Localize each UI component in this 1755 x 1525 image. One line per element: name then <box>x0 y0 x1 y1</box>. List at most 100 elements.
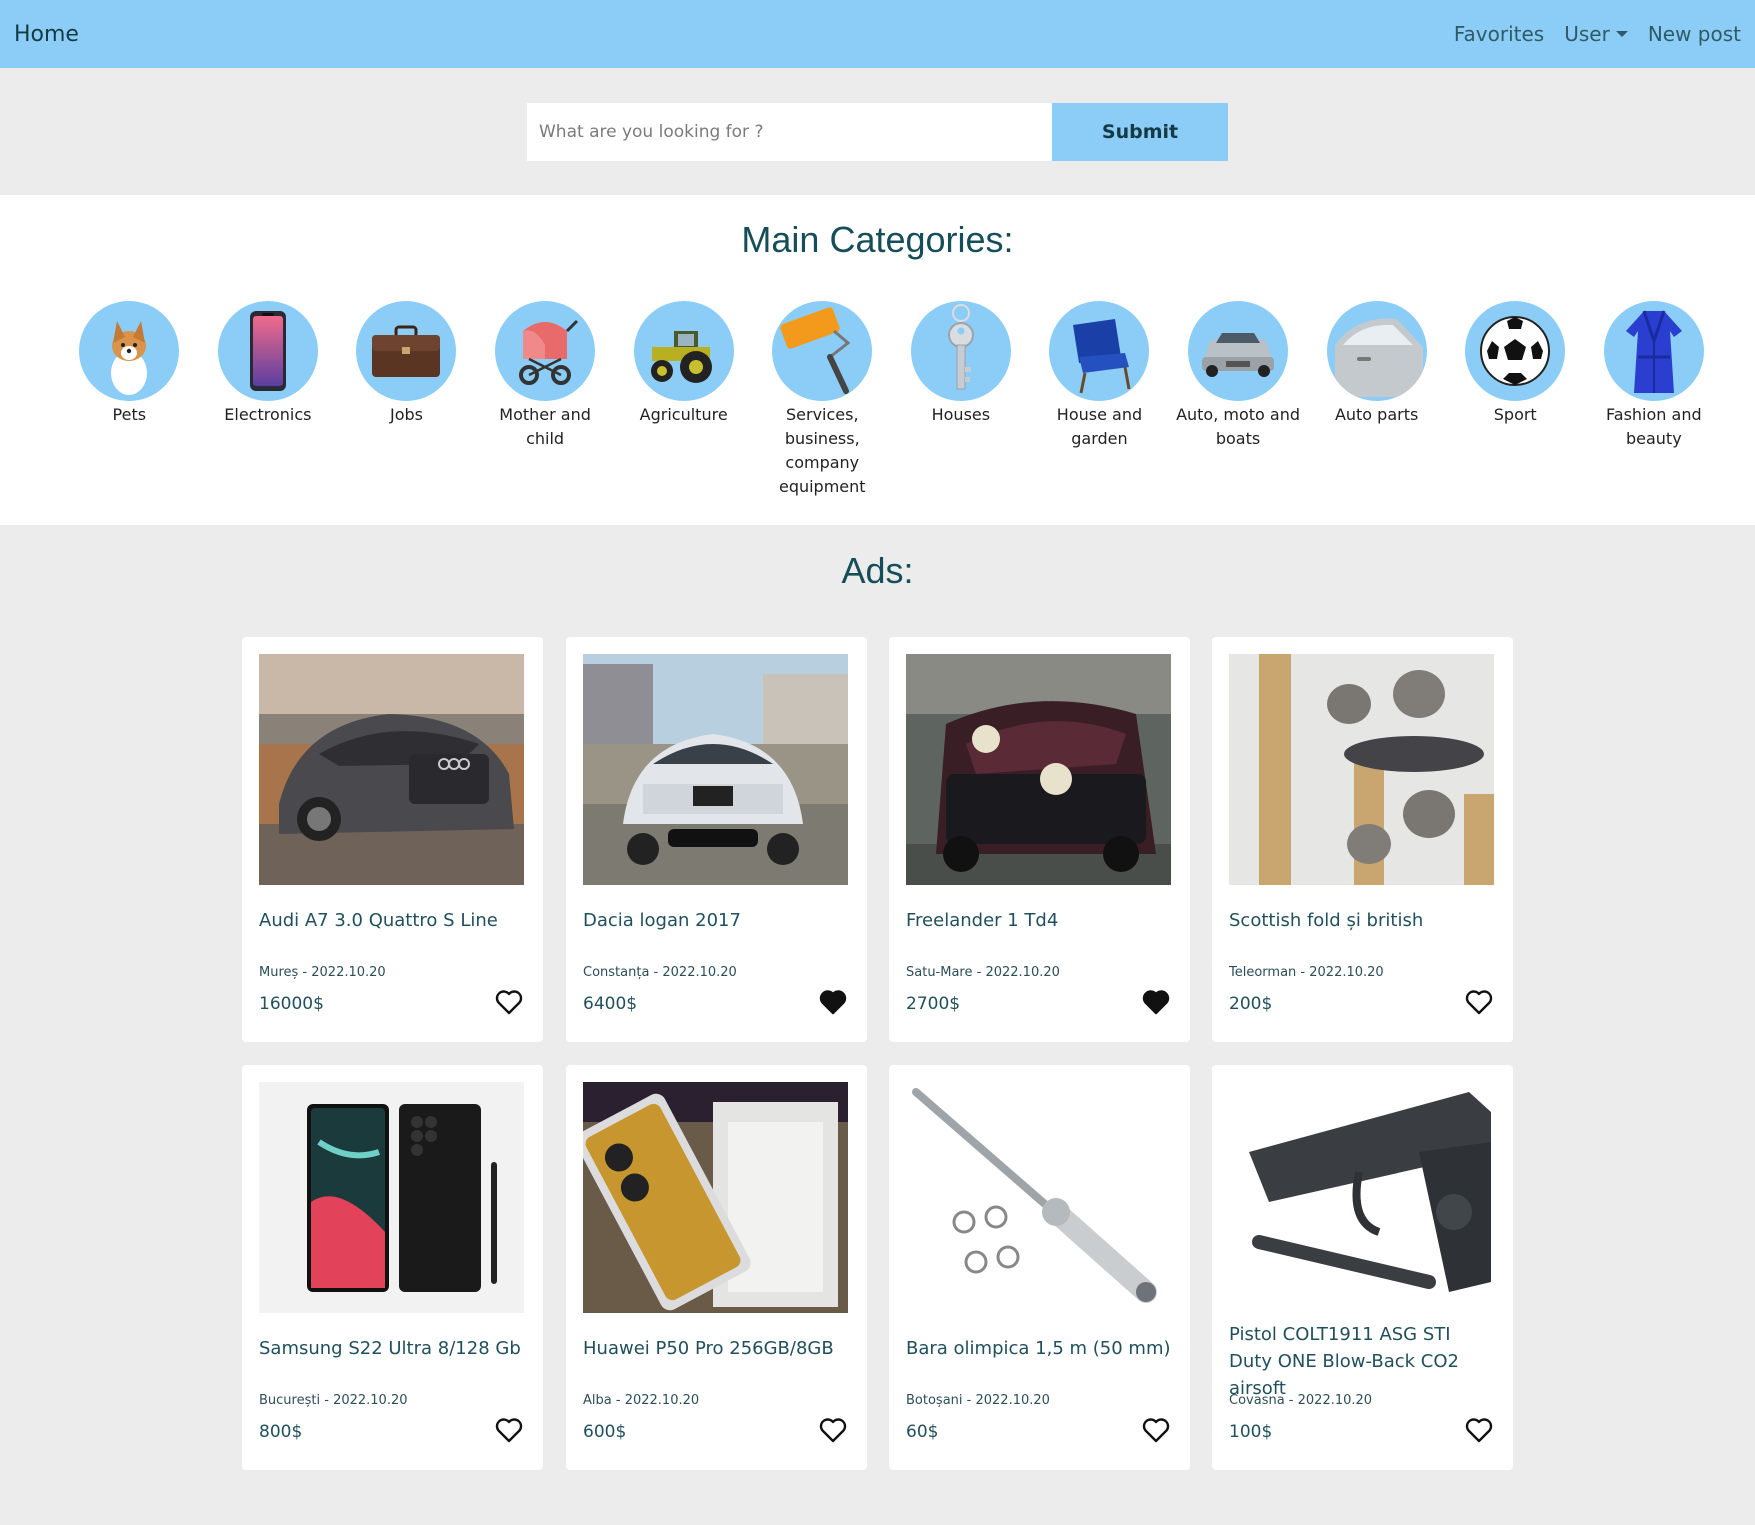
ad-title[interactable]: Bara olimpica 1,5 m (50 mm) <box>906 1335 1171 1362</box>
heart-outline-icon[interactable] <box>495 989 523 1015</box>
category-label: Jobs <box>389 405 423 424</box>
user-dropdown-label: User <box>1564 22 1610 46</box>
category-sport[interactable]: Sport <box>1446 301 1585 499</box>
category-services[interactable]: Services, business, company equipment <box>753 301 892 499</box>
ad-image[interactable] <box>259 1082 524 1313</box>
ad-meta: Alba - 2022.10.20 <box>583 1393 700 1408</box>
ad-image[interactable] <box>583 654 848 885</box>
ad-meta: Constanța - 2022.10.20 <box>583 965 737 980</box>
new-post-link[interactable]: New post <box>1648 22 1741 46</box>
ad-card[interactable]: Scottish fold și british Teleorman - 202… <box>1212 637 1513 1042</box>
smartphone-icon <box>217 301 318 401</box>
ad-meta: Botoșani - 2022.10.20 <box>906 1393 1050 1408</box>
ad-image[interactable] <box>906 1082 1171 1313</box>
heart-filled-icon[interactable] <box>819 989 847 1015</box>
ad-title[interactable]: Huawei P50 Pro 256GB/8GB <box>583 1335 848 1362</box>
category-label: Auto parts <box>1334 405 1419 424</box>
category-houses[interactable]: Houses <box>892 301 1031 499</box>
ad-image[interactable] <box>259 654 524 885</box>
navbar: Home Favorites User New post <box>0 0 1755 68</box>
ad-price: 200$ <box>1229 994 1273 1014</box>
ad-card[interactable]: Freelander 1 Td4 Satu-Mare - 2022.10.20 … <box>889 637 1190 1042</box>
dog-icon <box>79 301 180 401</box>
ad-location: Satu-Mare <box>906 965 973 980</box>
ad-date: 2022.10.20 <box>311 965 386 980</box>
caret-down-icon <box>1615 31 1628 37</box>
ad-location: Teleorman <box>1229 965 1297 980</box>
category-auto-parts[interactable]: Auto parts <box>1307 301 1446 499</box>
ad-title[interactable]: Audi A7 3.0 Quattro S Line <box>259 907 524 934</box>
heart-outline-icon[interactable] <box>1465 1417 1493 1443</box>
favorites-link[interactable]: Favorites <box>1454 22 1544 46</box>
category-list: Pets Electronics Jobs Mother and child A <box>60 301 1723 499</box>
heart-outline-icon[interactable] <box>1465 989 1493 1015</box>
ad-price: 2700$ <box>906 994 961 1014</box>
ad-meta: Teleorman - 2022.10.20 <box>1229 965 1384 980</box>
ad-location: Covasna <box>1229 1393 1285 1408</box>
ad-location: Constanța <box>583 965 650 980</box>
ad-price: 600$ <box>583 1422 627 1442</box>
soccer-ball-icon <box>1465 301 1566 401</box>
category-mother-and-child[interactable]: Mother and child <box>476 301 615 499</box>
tractor-icon <box>633 301 734 401</box>
ad-card[interactable]: Huawei P50 Pro 256GB/8GB Alba - 2022.10.… <box>566 1065 867 1470</box>
robe-icon <box>1603 301 1704 401</box>
category-label: Auto, moto and boats <box>1176 405 1301 448</box>
briefcase-icon <box>356 301 457 401</box>
ad-title[interactable]: Scottish fold și british <box>1229 907 1494 934</box>
heart-outline-icon[interactable] <box>819 1417 847 1443</box>
category-fashion-and-beauty[interactable]: Fashion and beauty <box>1585 301 1724 499</box>
ad-image[interactable] <box>906 654 1171 885</box>
category-label: Services, business, company equipment <box>778 405 866 496</box>
home-link[interactable]: Home <box>14 22 79 47</box>
ad-image[interactable] <box>583 1082 848 1313</box>
user-dropdown[interactable]: User <box>1564 22 1628 46</box>
ad-card[interactable]: Pistol COLT1911 ASG STI Duty ONE Blow-Ba… <box>1212 1065 1513 1470</box>
ad-title[interactable]: Pistol COLT1911 ASG STI Duty ONE Blow-Ba… <box>1229 1321 1494 1402</box>
category-electronics[interactable]: Electronics <box>199 301 338 499</box>
heart-outline-icon[interactable] <box>495 1417 523 1443</box>
ad-date: 2022.10.20 <box>1309 965 1384 980</box>
ad-meta: Satu-Mare - 2022.10.20 <box>906 965 1060 980</box>
ad-card[interactable]: Dacia logan 2017 Constanța - 2022.10.20 … <box>566 637 867 1042</box>
ad-date: 2022.10.20 <box>985 965 1060 980</box>
key-icon <box>910 301 1011 401</box>
category-house-and-garden[interactable]: House and garden <box>1030 301 1169 499</box>
search-form: Submit <box>527 103 1228 161</box>
search-input[interactable] <box>527 103 1052 161</box>
category-label: Electronics <box>224 405 312 424</box>
category-auto-moto-boats[interactable]: Auto, moto and boats <box>1169 301 1308 499</box>
category-jobs[interactable]: Jobs <box>337 301 476 499</box>
category-pets[interactable]: Pets <box>60 301 199 499</box>
categories-title: Main Categories: <box>741 219 1014 260</box>
search-section: Submit <box>0 68 1755 195</box>
ad-image[interactable] <box>1229 654 1494 885</box>
ad-price: 800$ <box>259 1422 303 1442</box>
ad-card[interactable]: Samsung S22 Ultra 8/128 Gb București - 2… <box>242 1065 543 1470</box>
paint-roller-icon <box>772 301 873 401</box>
category-label: Houses <box>931 405 991 424</box>
ad-price: 100$ <box>1229 1422 1273 1442</box>
category-label: Pets <box>112 405 147 424</box>
category-label: Mother and child <box>499 405 591 448</box>
categories-section: Main Categories: Pets Electronics Jobs M… <box>0 195 1755 525</box>
category-label: Agriculture <box>639 405 728 424</box>
ad-date: 2022.10.20 <box>662 965 737 980</box>
ad-location: Botoșani <box>906 1393 963 1408</box>
ad-card[interactable]: Bara olimpica 1,5 m (50 mm) Botoșani - 2… <box>889 1065 1190 1470</box>
ad-card[interactable]: Audi A7 3.0 Quattro S Line Mureș - 2022.… <box>242 637 543 1042</box>
ad-title[interactable]: Freelander 1 Td4 <box>906 907 1171 934</box>
category-label: Fashion and beauty <box>1606 405 1702 448</box>
ad-title[interactable]: Dacia logan 2017 <box>583 907 848 934</box>
heart-outline-icon[interactable] <box>1142 1417 1170 1443</box>
ad-location: București <box>259 1393 321 1408</box>
category-agriculture[interactable]: Agriculture <box>614 301 753 499</box>
ad-date: 2022.10.20 <box>1297 1393 1373 1408</box>
stroller-icon <box>495 301 596 401</box>
submit-button[interactable]: Submit <box>1052 103 1228 161</box>
heart-filled-icon[interactable] <box>1142 989 1170 1015</box>
ad-image[interactable] <box>1229 1082 1494 1302</box>
category-label: House and garden <box>1056 405 1143 448</box>
ad-location: Mureș <box>259 965 299 980</box>
ad-title[interactable]: Samsung S22 Ultra 8/128 Gb <box>259 1335 524 1362</box>
